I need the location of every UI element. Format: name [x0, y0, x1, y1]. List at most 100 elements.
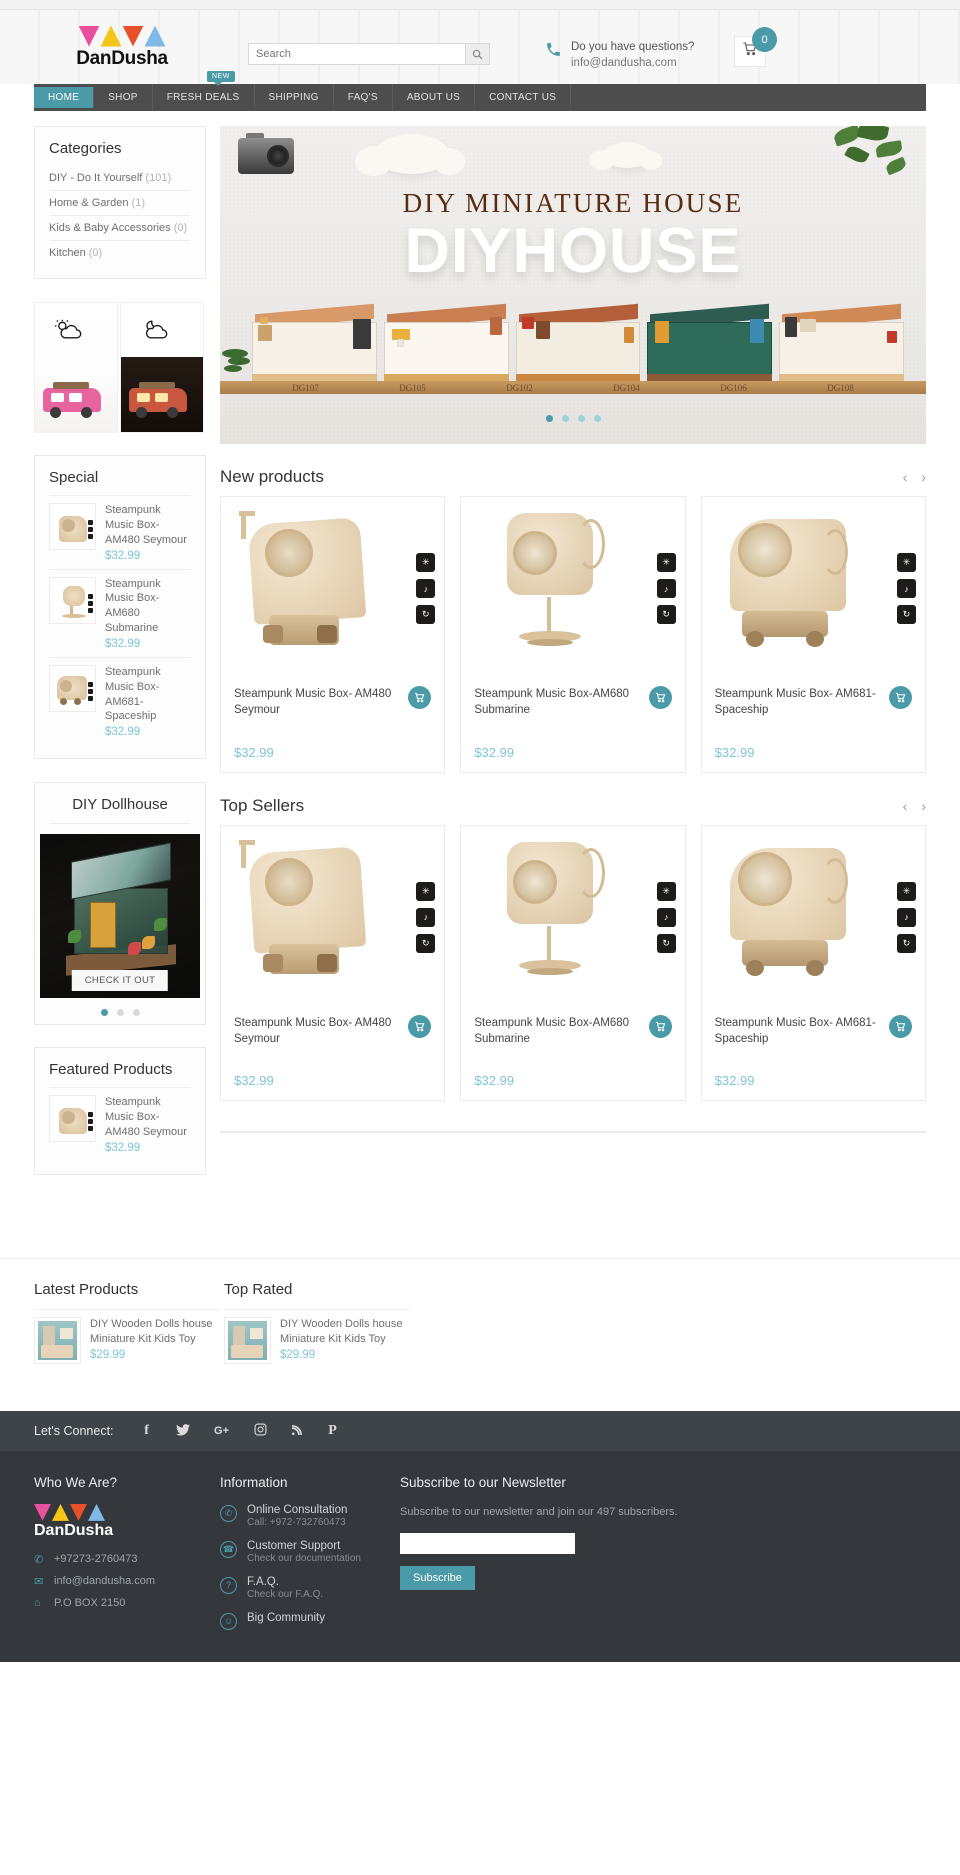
newsletter-email-input[interactable] [400, 1533, 575, 1555]
product-thumbnail [49, 664, 96, 712]
add-to-cart-button[interactable] [408, 686, 432, 709]
carousel-dot-1[interactable] [100, 1009, 108, 1017]
banner-dot-2[interactable] [561, 415, 569, 422]
product-price: $32.99 [474, 744, 515, 760]
site-logo[interactable]: DanDusha [72, 25, 172, 70]
list-item[interactable]: Steampunk Music Box- AM480 Seymour $32.9… [49, 495, 191, 569]
cart-block[interactable]: 0 [734, 27, 777, 67]
laser-cutting-icon: ✳ [416, 553, 436, 572]
subscribe-button[interactable]: Subscribe [400, 1566, 475, 1591]
chevron-right-icon[interactable]: › [921, 469, 926, 485]
banner-dot-4[interactable] [593, 415, 601, 422]
product-name[interactable]: Steampunk Music Box- AM480 Seymour [234, 1015, 400, 1048]
product-meta: Steampunk Music Box- AM480 Seymour [221, 1004, 444, 1048]
music-icon: ♪ [416, 907, 436, 927]
nav-item-shop[interactable]: SHOP [94, 84, 153, 111]
chevron-left-icon[interactable]: ‹ [903, 798, 908, 814]
product-name[interactable]: Steampunk Music Box-AM680 Submarine [474, 1015, 640, 1048]
check-it-out-button[interactable]: CHECK IT OUT [71, 970, 169, 992]
carousel-dot-2[interactable] [116, 1009, 124, 1017]
footer-phone[interactable]: ✆ +97273-2760473 [34, 1553, 220, 1566]
shelf-label: DG106 [720, 383, 747, 393]
miniature-house [252, 303, 377, 381]
category-count: (0) [88, 247, 103, 259]
dollhouse-image[interactable]: CHECK IT OUT [40, 834, 200, 999]
sidebar-item-diy[interactable]: DIY - Do It Yourself (101) [49, 166, 191, 190]
add-to-cart-button[interactable] [888, 1014, 912, 1038]
add-to-cart-button[interactable] [408, 1014, 432, 1038]
google-plus-icon[interactable]: G+ [212, 1425, 232, 1437]
list-item[interactable]: DIY Wooden Dolls house Miniature Kit Kid… [34, 1308, 220, 1371]
product-name: Steampunk Music Box- AM480 Seymour [105, 1096, 187, 1138]
product-card[interactable]: ✳ ♪ ↻ Steampunk Music Box- AM480 Seymour [220, 824, 446, 1102]
support-icon: ☎ [220, 1540, 237, 1558]
carousel-arrows: ‹ › [903, 798, 926, 814]
nav-item-about-us[interactable]: ABOUT US [393, 84, 476, 111]
search-icon[interactable] [465, 43, 490, 65]
footer-link-big-community[interactable]: ☺ Big Community [220, 1612, 400, 1630]
product-card[interactable]: ✳ ♪ ↻ Steampunk Music Box-AM680 Submarin… [460, 496, 686, 773]
camper-van-illustration [43, 378, 109, 418]
nav-item-fresh-deals[interactable]: FRESH DEALS [153, 84, 255, 111]
section-title: Top Sellers [220, 795, 305, 815]
sidebar-item-kitchen[interactable]: Kitchen (0) [49, 240, 191, 265]
product-name[interactable]: Steampunk Music Box- AM480 Seymour [234, 686, 400, 719]
add-to-cart-button[interactable] [648, 1014, 672, 1038]
twitter-icon[interactable] [175, 1423, 190, 1439]
hero-banner[interactable]: DIY MINIATURE HOUSE DIYHOUSE DG107 DG105… [220, 126, 926, 444]
product-name: Steampunk Music Box-AM680 Submarine [105, 577, 161, 635]
product-name[interactable]: Steampunk Music Box-AM680 Submarine [474, 686, 640, 719]
product-card[interactable]: ✳ ♪ ↻ Steampunk Music Box- AM480 Seymour [220, 496, 446, 773]
promo-banner-light[interactable] [34, 302, 118, 433]
add-to-cart-button[interactable] [888, 686, 912, 709]
list-item[interactable]: Steampunk Music Box-AM680 Submarine $32.… [49, 568, 191, 657]
carousel-dot-3[interactable] [132, 1009, 140, 1017]
phone-icon [545, 41, 562, 62]
category-count: (1) [131, 197, 145, 209]
nav-item-shipping[interactable]: SHIPPING [255, 84, 334, 111]
nav-item-contact-us[interactable]: CONTACT US [475, 84, 572, 111]
nav-new-badge: NEW [207, 71, 235, 86]
pinterest-icon[interactable]: P [326, 1423, 340, 1439]
product-feature-badges: ✳ ♪ ↻ [416, 553, 436, 624]
nav-item-faqs[interactable]: FAQ'S [334, 84, 393, 111]
footer-email[interactable]: ✉ info@dandusha.com [34, 1575, 220, 1588]
page-root: DanDusha Do you have questions? info@dan… [0, 0, 960, 1662]
sidebar-item-kids-baby[interactable]: Kids & Baby Accessories (0) [49, 215, 191, 240]
banner-dot-1[interactable] [545, 415, 553, 422]
support-email[interactable]: info@dandusha.com [571, 56, 694, 72]
shelf-label: DG108 [827, 383, 854, 393]
footer-logo-triangles [34, 1503, 220, 1521]
list-item[interactable]: Steampunk Music Box- AM681-Spaceship $32… [49, 656, 191, 745]
search-input[interactable] [248, 43, 465, 65]
product-name[interactable]: Steampunk Music Box- AM681-Spaceship [715, 686, 881, 719]
add-to-cart-button[interactable] [648, 686, 672, 709]
category-label: Kitchen [49, 247, 86, 259]
featured-products-panel: Featured Products Steampunk Music Box- A… [34, 1047, 206, 1175]
promo-banner-dark[interactable] [120, 302, 204, 433]
envelope-icon: ✉ [34, 1575, 44, 1588]
product-card[interactable]: ✳ ♪ ↻ Steampunk Music Box- AM681-Spacesh… [700, 824, 926, 1102]
list-item[interactable]: DIY Wooden Dolls house Miniature Kit Kid… [224, 1308, 410, 1371]
shelf-label: DG107 [292, 383, 319, 393]
greenhouse-illustration [66, 842, 176, 977]
product-card[interactable]: ✳ ♪ ↻ Steampunk Music Box- AM681-Spacesh… [700, 496, 926, 773]
product-card[interactable]: ✳ ♪ ↻ Steampunk Music Box-AM680 Submarin… [460, 824, 686, 1102]
instagram-icon[interactable] [254, 1423, 268, 1439]
list-item[interactable]: Steampunk Music Box- AM480 Seymour $32.9… [49, 1087, 191, 1161]
footer-link-online-consultation[interactable]: ✆ Online Consultation Call: +972-7327604… [220, 1504, 400, 1528]
facebook-icon[interactable]: f [140, 1423, 154, 1439]
product-name[interactable]: Steampunk Music Box- AM681-Spaceship [715, 1015, 881, 1048]
footer-link-customer-support[interactable]: ☎ Customer Support Check our documentati… [220, 1540, 400, 1564]
nav-item-home[interactable]: HOME [34, 87, 95, 108]
sidebar-item-home-garden[interactable]: Home & Garden (1) [49, 190, 191, 215]
chevron-left-icon[interactable]: ‹ [903, 469, 908, 485]
footer-link-faq[interactable]: ? F.A.Q. Check our F.A.Q. [220, 1576, 400, 1600]
product-thumbnail [34, 1316, 81, 1364]
banner-dot-3[interactable] [577, 415, 585, 422]
miniature-house [779, 303, 904, 381]
product-image: ✳ ♪ ↻ [701, 825, 925, 1004]
chevron-right-icon[interactable]: › [921, 798, 926, 814]
rss-icon[interactable] [290, 1423, 304, 1439]
product-price: $32.99 [105, 1141, 141, 1154]
